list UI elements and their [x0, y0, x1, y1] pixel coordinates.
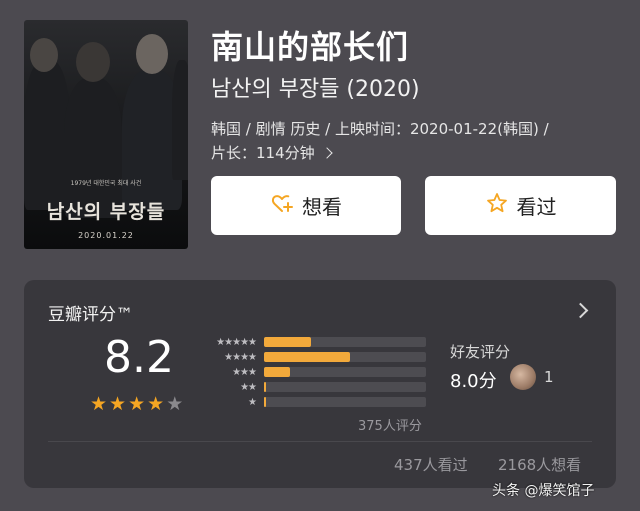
- watermark: 头条 @爆笑馆子: [492, 483, 595, 499]
- rating-card[interactable]: 豆瓣评分™ 8.2 ★ ★ ★ ★ ★ ★★★★★ ★★★★ ★★★ ★★ ★ 375人评分 好…: [24, 280, 616, 488]
- star-icon: ★: [128, 393, 146, 415]
- rating-bar-fill: [264, 397, 266, 407]
- rating-card-title: 豆瓣评分™: [48, 305, 133, 325]
- friend-rating-score: 8.0分: [450, 371, 497, 392]
- star-outline-icon: [485, 191, 509, 220]
- seen-count[interactable]: 437人看过: [394, 454, 468, 475]
- rating-bar-fill: [264, 352, 350, 362]
- chevron-right-icon: [320, 146, 333, 159]
- star-icon: ★: [166, 393, 184, 415]
- rating-bar-track: [264, 337, 426, 347]
- heart-plus-icon: [270, 191, 294, 220]
- friend-avatar[interactable]: [510, 364, 536, 390]
- row-stars-icon: ★★★★★: [216, 336, 257, 348]
- movie-poster[interactable]: 1979년 대한민국 최대 사건 남산의 부장들 2020.01.22: [24, 20, 188, 249]
- movie-meta-more[interactable]: 片长：114分钟: [211, 142, 333, 163]
- rating-bar-track: [264, 367, 426, 377]
- watched-button[interactable]: 看过: [425, 176, 616, 235]
- chevron-right-icon[interactable]: [572, 302, 589, 319]
- wish-count[interactable]: 2168人想看: [498, 454, 581, 475]
- rating-bar-fill: [264, 367, 290, 377]
- poster-face: [76, 42, 110, 82]
- rating-row: ★★★★: [198, 351, 426, 363]
- rating-stars: ★ ★ ★ ★ ★: [90, 394, 183, 414]
- movie-title: 南山的部长们: [211, 28, 410, 66]
- row-stars-icon: ★★★: [232, 366, 257, 378]
- poster-figure: [172, 60, 188, 180]
- divider: [48, 441, 592, 442]
- poster-tagline: 1979년 대한민국 최대 사건: [70, 180, 142, 187]
- rating-bar-fill: [264, 382, 266, 392]
- poster-face: [136, 34, 168, 74]
- row-stars-icon: ★★: [240, 381, 257, 393]
- poster-date: 2020.01.22: [78, 231, 134, 240]
- rating-row: ★★★★★: [198, 336, 426, 348]
- movie-meta-line: 韩国 / 剧情 历史 / 上映时间：2020-01-22(韩国) /: [211, 120, 549, 138]
- star-icon: ★: [90, 393, 108, 415]
- want-to-watch-label: 想看: [302, 195, 342, 219]
- want-to-watch-button[interactable]: 想看: [211, 176, 401, 235]
- rating-row: ★★★: [198, 366, 426, 378]
- row-stars-icon: ★: [248, 396, 257, 408]
- friend-rating-title: 好友评分: [450, 343, 511, 361]
- rating-row: ★: [198, 396, 426, 408]
- rating-score: 8.2: [104, 332, 174, 383]
- movie-duration: 片长：114分钟: [211, 144, 315, 162]
- movie-original-title: 남산의 부장들 (2020): [211, 77, 420, 102]
- rating-bar-track: [264, 397, 426, 407]
- rating-bar-track: [264, 382, 426, 392]
- rating-count: 375人评分: [358, 419, 422, 434]
- poster-title: 남산의 부장들: [46, 201, 166, 223]
- poster-face: [30, 38, 58, 72]
- row-stars-icon: ★★★★: [224, 351, 257, 363]
- rating-row: ★★: [198, 381, 426, 393]
- star-icon: ★: [147, 393, 165, 415]
- rating-bar-fill: [264, 337, 311, 347]
- star-icon: ★: [109, 393, 127, 415]
- friend-rating-count: 1: [544, 368, 554, 386]
- rating-bar-track: [264, 352, 426, 362]
- watched-label: 看过: [516, 195, 557, 219]
